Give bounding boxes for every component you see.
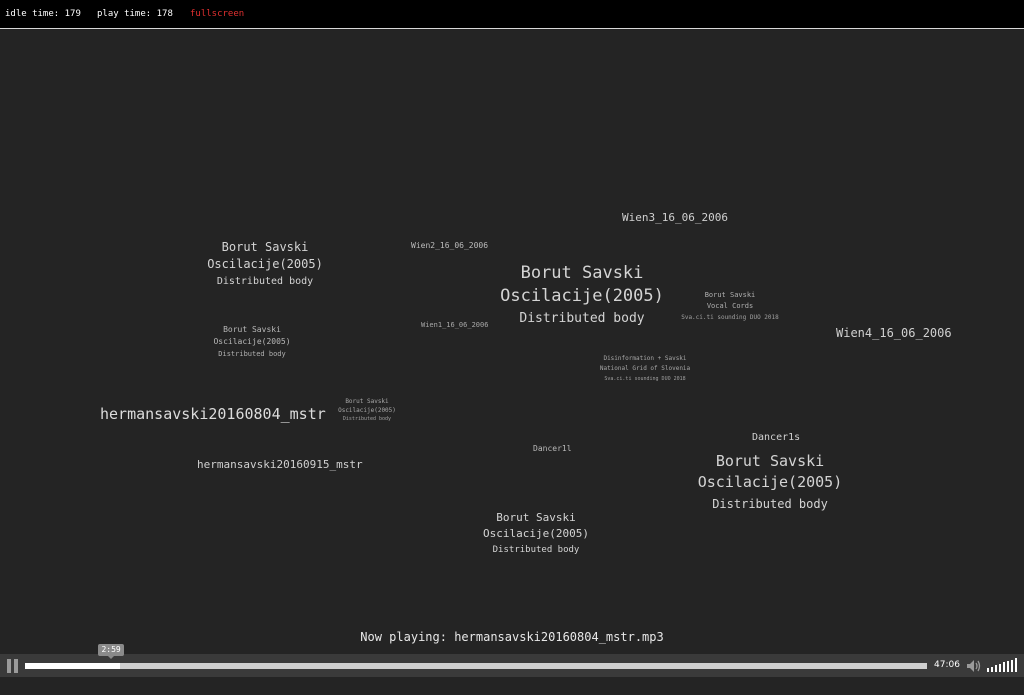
volume-slider[interactable]	[987, 658, 1019, 672]
volume-bar	[1015, 658, 1017, 672]
album-title: Oscilacije(2005)	[207, 257, 323, 271]
album-title: National Grid of Slovenia	[599, 365, 691, 372]
volume-bar	[995, 665, 997, 672]
idle-time-label: idle time: 179	[5, 9, 81, 19]
top-bar: idle time: 179 play time: 178 fullscreen	[0, 0, 1024, 29]
track-dancer1s[interactable]: Dancer1s	[752, 432, 800, 443]
album-subtitle: Distributed body	[342, 416, 392, 422]
current-time-tooltip: 2:59	[98, 644, 125, 659]
duration-label: 47:06	[934, 660, 960, 670]
album-subtitle: Sva.ci.ti sounding DUO 2018	[681, 314, 779, 321]
album-subtitle: Distributed body	[216, 276, 314, 287]
album-artist: Borut Savski	[345, 398, 389, 405]
album-artist: Disinformation + Savski	[603, 355, 687, 362]
track-wien3[interactable]: Wien3_16_06_2006	[622, 211, 728, 224]
volume-bar	[987, 668, 989, 672]
volume-bar	[1011, 659, 1013, 672]
speaker-icon[interactable]	[966, 658, 982, 672]
audio-player: 2:59 47:06	[0, 644, 1024, 677]
volume-bar	[1003, 662, 1005, 672]
volume-bar	[991, 666, 993, 672]
album-block-vocal[interactable]: Borut Savski Vocal Cords Sva.ci.ti sound…	[650, 290, 810, 323]
album-artist: Borut Savski	[715, 452, 825, 470]
track-wien2[interactable]: Wien2_16_06_2006	[411, 241, 488, 250]
track-dancer1l[interactable]: Dancer1l	[533, 444, 572, 453]
album-artist: Borut Savski	[221, 240, 309, 254]
album-block-f[interactable]: Borut Savski Oscilacije(2005) Distribute…	[456, 510, 616, 559]
pause-icon	[7, 659, 11, 673]
album-block-a[interactable]: Borut Savski Oscilacije(2005) Distribute…	[165, 239, 365, 290]
album-artist: Borut Savski	[223, 325, 281, 334]
album-subtitle: Distributed body	[712, 497, 828, 511]
album-title: Oscilacije(2005)	[483, 527, 589, 540]
album-artist: Borut Savski	[496, 511, 576, 524]
volume-bar	[1007, 661, 1009, 672]
album-artist: Borut Savski	[704, 291, 756, 299]
track-cloud: Wien3_16_06_2006 Wien2_16_06_2006 Wien1_…	[0, 30, 1024, 652]
album-artist: Borut Savski	[520, 263, 644, 283]
album-block-c[interactable]: Borut Savski Oscilacije(2005) Distribute…	[182, 324, 322, 360]
track-wien4[interactable]: Wien4_16_06_2006	[836, 326, 952, 340]
album-title: Oscilacije(2005)	[697, 473, 843, 491]
volume-bar	[999, 663, 1001, 672]
pause-button[interactable]	[6, 659, 18, 673]
album-subtitle: Sva.ci.ti sounding DUO 2018	[604, 376, 686, 382]
progress-fill	[25, 663, 120, 669]
track-herman-0915[interactable]: hermansavski20160915_mstr	[197, 458, 363, 471]
album-block-disinfo[interactable]: Disinformation + Savski National Grid of…	[570, 354, 720, 384]
fullscreen-link[interactable]: fullscreen	[190, 9, 244, 19]
album-block-e[interactable]: Borut Savski Oscilacije(2005) Distribute…	[660, 451, 880, 515]
album-title: Oscilacije(2005)	[213, 337, 291, 346]
album-title: Vocal Cords	[706, 302, 754, 310]
album-subtitle: Distributed body	[492, 545, 580, 555]
album-block-d[interactable]: Borut Savski Oscilacije(2005) Distribute…	[317, 397, 417, 424]
progress-bar[interactable]: 2:59	[25, 644, 927, 669]
now-playing-label: Now playing: hermansavski20160804_mstr.m…	[360, 630, 664, 644]
track-herman-0804[interactable]: hermansavski20160804_mstr	[100, 405, 326, 423]
play-time-label: play time: 178	[97, 9, 173, 19]
album-subtitle: Distributed body	[218, 350, 286, 358]
album-title: Oscilacije(2005)	[338, 407, 396, 414]
